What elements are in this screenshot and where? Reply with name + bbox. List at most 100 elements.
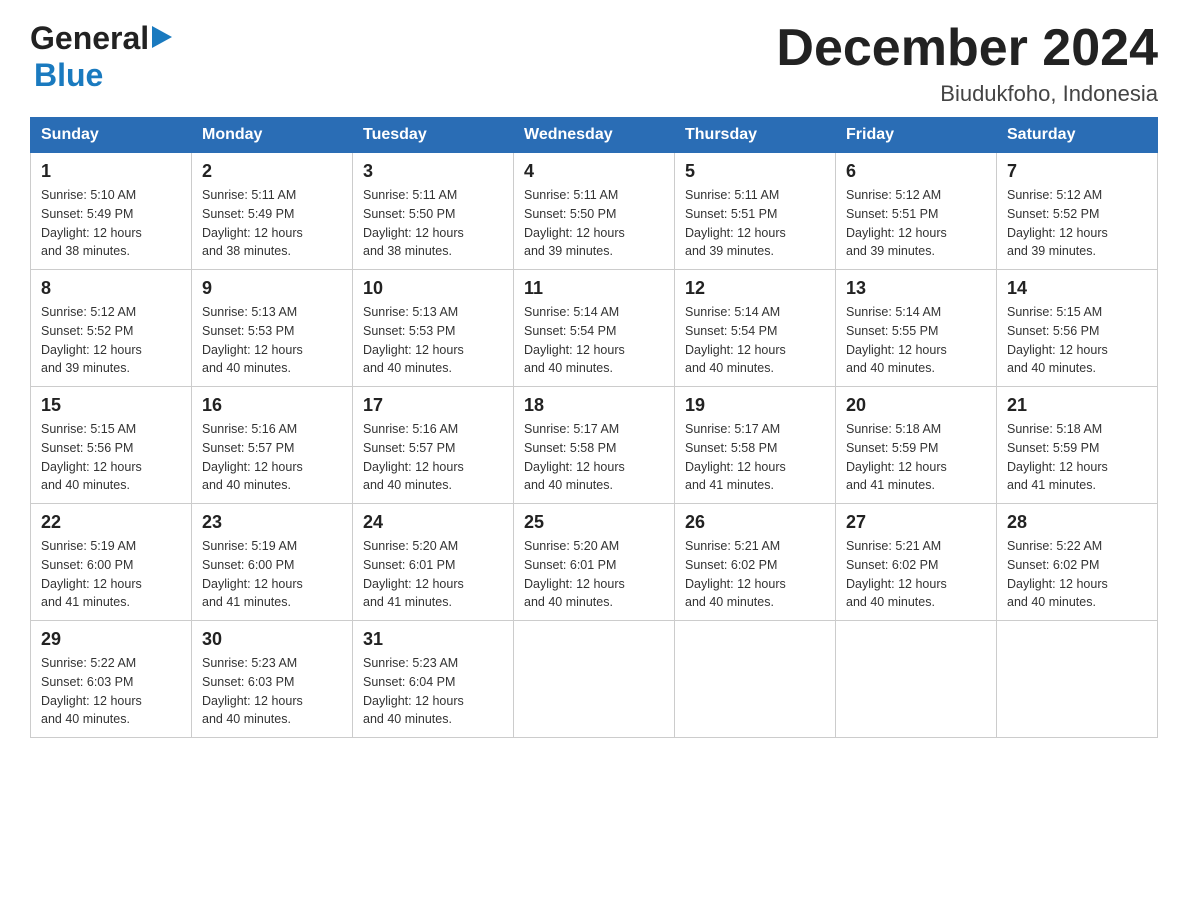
day-info: Sunrise: 5:18 AM Sunset: 5:59 PM Dayligh… xyxy=(1007,420,1147,495)
month-year-title: December 2024 xyxy=(776,20,1158,77)
day-info: Sunrise: 5:16 AM Sunset: 5:57 PM Dayligh… xyxy=(363,420,503,495)
day-cell: 10 Sunrise: 5:13 AM Sunset: 5:53 PM Dayl… xyxy=(353,270,514,387)
logo-general-text: General xyxy=(30,20,149,57)
col-thursday: Thursday xyxy=(675,118,836,153)
day-number: 19 xyxy=(685,395,825,416)
day-cell: 15 Sunrise: 5:15 AM Sunset: 5:56 PM Dayl… xyxy=(31,387,192,504)
day-number: 12 xyxy=(685,278,825,299)
day-number: 23 xyxy=(202,512,342,533)
day-cell: 2 Sunrise: 5:11 AM Sunset: 5:49 PM Dayli… xyxy=(192,153,353,270)
location-subtitle: Biudukfoho, Indonesia xyxy=(776,81,1158,107)
day-info: Sunrise: 5:16 AM Sunset: 5:57 PM Dayligh… xyxy=(202,420,342,495)
day-number: 29 xyxy=(41,629,181,650)
day-cell: 19 Sunrise: 5:17 AM Sunset: 5:58 PM Dayl… xyxy=(675,387,836,504)
day-info: Sunrise: 5:20 AM Sunset: 6:01 PM Dayligh… xyxy=(363,537,503,612)
logo-blue-text: Blue xyxy=(34,57,103,93)
col-tuesday: Tuesday xyxy=(353,118,514,153)
day-info: Sunrise: 5:12 AM Sunset: 5:52 PM Dayligh… xyxy=(1007,186,1147,261)
calendar-table: Sunday Monday Tuesday Wednesday Thursday… xyxy=(30,117,1158,738)
page-header: General Blue December 2024 Biudukfoho, I… xyxy=(30,20,1158,107)
day-cell: 6 Sunrise: 5:12 AM Sunset: 5:51 PM Dayli… xyxy=(836,153,997,270)
day-cell: 8 Sunrise: 5:12 AM Sunset: 5:52 PM Dayli… xyxy=(31,270,192,387)
day-number: 16 xyxy=(202,395,342,416)
day-cell: 11 Sunrise: 5:14 AM Sunset: 5:54 PM Dayl… xyxy=(514,270,675,387)
logo-arrow-icon xyxy=(152,26,172,53)
day-info: Sunrise: 5:13 AM Sunset: 5:53 PM Dayligh… xyxy=(202,303,342,378)
day-info: Sunrise: 5:11 AM Sunset: 5:50 PM Dayligh… xyxy=(524,186,664,261)
day-cell: 25 Sunrise: 5:20 AM Sunset: 6:01 PM Dayl… xyxy=(514,504,675,621)
day-cell: 1 Sunrise: 5:10 AM Sunset: 5:49 PM Dayli… xyxy=(31,153,192,270)
title-area: December 2024 Biudukfoho, Indonesia xyxy=(776,20,1158,107)
day-number: 24 xyxy=(363,512,503,533)
logo-line2: Blue xyxy=(34,57,103,94)
day-number: 18 xyxy=(524,395,664,416)
day-cell: 24 Sunrise: 5:20 AM Sunset: 6:01 PM Dayl… xyxy=(353,504,514,621)
day-info: Sunrise: 5:22 AM Sunset: 6:02 PM Dayligh… xyxy=(1007,537,1147,612)
day-cell: 23 Sunrise: 5:19 AM Sunset: 6:00 PM Dayl… xyxy=(192,504,353,621)
day-cell xyxy=(997,621,1158,738)
day-info: Sunrise: 5:21 AM Sunset: 6:02 PM Dayligh… xyxy=(685,537,825,612)
col-wednesday: Wednesday xyxy=(514,118,675,153)
day-info: Sunrise: 5:14 AM Sunset: 5:54 PM Dayligh… xyxy=(685,303,825,378)
day-number: 28 xyxy=(1007,512,1147,533)
day-info: Sunrise: 5:20 AM Sunset: 6:01 PM Dayligh… xyxy=(524,537,664,612)
day-info: Sunrise: 5:22 AM Sunset: 6:03 PM Dayligh… xyxy=(41,654,181,729)
day-info: Sunrise: 5:15 AM Sunset: 5:56 PM Dayligh… xyxy=(41,420,181,495)
day-cell: 14 Sunrise: 5:15 AM Sunset: 5:56 PM Dayl… xyxy=(997,270,1158,387)
day-cell: 29 Sunrise: 5:22 AM Sunset: 6:03 PM Dayl… xyxy=(31,621,192,738)
day-info: Sunrise: 5:11 AM Sunset: 5:51 PM Dayligh… xyxy=(685,186,825,261)
day-number: 8 xyxy=(41,278,181,299)
day-info: Sunrise: 5:23 AM Sunset: 6:03 PM Dayligh… xyxy=(202,654,342,729)
day-info: Sunrise: 5:21 AM Sunset: 6:02 PM Dayligh… xyxy=(846,537,986,612)
day-number: 26 xyxy=(685,512,825,533)
day-cell: 30 Sunrise: 5:23 AM Sunset: 6:03 PM Dayl… xyxy=(192,621,353,738)
day-cell: 27 Sunrise: 5:21 AM Sunset: 6:02 PM Dayl… xyxy=(836,504,997,621)
day-cell xyxy=(675,621,836,738)
day-number: 31 xyxy=(363,629,503,650)
week-row-4: 22 Sunrise: 5:19 AM Sunset: 6:00 PM Dayl… xyxy=(31,504,1158,621)
day-number: 11 xyxy=(524,278,664,299)
day-number: 30 xyxy=(202,629,342,650)
week-row-5: 29 Sunrise: 5:22 AM Sunset: 6:03 PM Dayl… xyxy=(31,621,1158,738)
col-friday: Friday xyxy=(836,118,997,153)
col-saturday: Saturday xyxy=(997,118,1158,153)
day-cell: 22 Sunrise: 5:19 AM Sunset: 6:00 PM Dayl… xyxy=(31,504,192,621)
logo-line1: General xyxy=(30,20,172,57)
day-info: Sunrise: 5:19 AM Sunset: 6:00 PM Dayligh… xyxy=(41,537,181,612)
day-cell: 26 Sunrise: 5:21 AM Sunset: 6:02 PM Dayl… xyxy=(675,504,836,621)
day-cell: 20 Sunrise: 5:18 AM Sunset: 5:59 PM Dayl… xyxy=(836,387,997,504)
day-cell: 28 Sunrise: 5:22 AM Sunset: 6:02 PM Dayl… xyxy=(997,504,1158,621)
calendar-header-row: Sunday Monday Tuesday Wednesday Thursday… xyxy=(31,118,1158,153)
day-number: 4 xyxy=(524,161,664,182)
day-info: Sunrise: 5:12 AM Sunset: 5:51 PM Dayligh… xyxy=(846,186,986,261)
logo-area: General Blue xyxy=(30,20,172,94)
day-number: 14 xyxy=(1007,278,1147,299)
day-info: Sunrise: 5:23 AM Sunset: 6:04 PM Dayligh… xyxy=(363,654,503,729)
day-number: 25 xyxy=(524,512,664,533)
day-number: 2 xyxy=(202,161,342,182)
day-info: Sunrise: 5:13 AM Sunset: 5:53 PM Dayligh… xyxy=(363,303,503,378)
day-cell: 3 Sunrise: 5:11 AM Sunset: 5:50 PM Dayli… xyxy=(353,153,514,270)
day-cell: 9 Sunrise: 5:13 AM Sunset: 5:53 PM Dayli… xyxy=(192,270,353,387)
day-cell: 21 Sunrise: 5:18 AM Sunset: 5:59 PM Dayl… xyxy=(997,387,1158,504)
day-info: Sunrise: 5:12 AM Sunset: 5:52 PM Dayligh… xyxy=(41,303,181,378)
day-number: 6 xyxy=(846,161,986,182)
day-number: 27 xyxy=(846,512,986,533)
col-monday: Monday xyxy=(192,118,353,153)
day-number: 1 xyxy=(41,161,181,182)
day-number: 5 xyxy=(685,161,825,182)
day-info: Sunrise: 5:19 AM Sunset: 6:00 PM Dayligh… xyxy=(202,537,342,612)
day-number: 10 xyxy=(363,278,503,299)
day-cell: 16 Sunrise: 5:16 AM Sunset: 5:57 PM Dayl… xyxy=(192,387,353,504)
day-number: 15 xyxy=(41,395,181,416)
day-cell xyxy=(514,621,675,738)
day-cell: 13 Sunrise: 5:14 AM Sunset: 5:55 PM Dayl… xyxy=(836,270,997,387)
day-number: 3 xyxy=(363,161,503,182)
day-info: Sunrise: 5:10 AM Sunset: 5:49 PM Dayligh… xyxy=(41,186,181,261)
day-cell xyxy=(836,621,997,738)
day-number: 17 xyxy=(363,395,503,416)
day-number: 21 xyxy=(1007,395,1147,416)
col-sunday: Sunday xyxy=(31,118,192,153)
day-number: 13 xyxy=(846,278,986,299)
day-cell: 12 Sunrise: 5:14 AM Sunset: 5:54 PM Dayl… xyxy=(675,270,836,387)
